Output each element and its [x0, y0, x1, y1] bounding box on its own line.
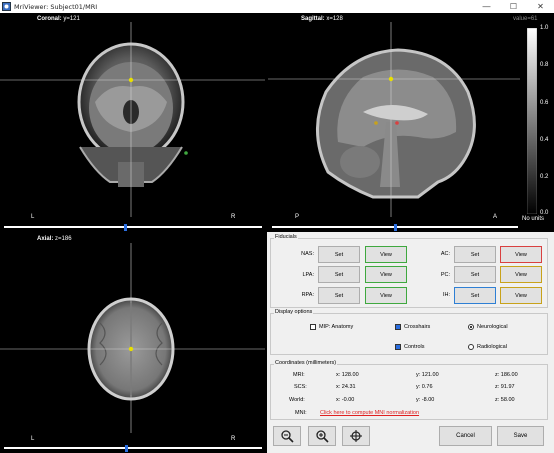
axial-right-label: R — [231, 436, 236, 442]
slider-thumb[interactable] — [124, 224, 127, 231]
center-crosshair-button[interactable] — [342, 426, 370, 446]
zoom-out-icon — [281, 430, 294, 443]
world-y: y: -8.00 — [416, 397, 435, 403]
pc-set-button[interactable]: Set — [454, 266, 496, 283]
colorbar-units: No units — [522, 216, 545, 222]
controls-checkbox[interactable]: Controls — [395, 344, 424, 350]
scs-x: x: 24.31 — [336, 384, 356, 390]
radio-dot[interactable] — [468, 324, 474, 330]
sagittal-view[interactable] — [268, 22, 520, 217]
maximize-button[interactable]: ☐ — [500, 0, 527, 13]
colorbar-tick: 0.2 — [540, 174, 549, 180]
ac-set-button[interactable]: Set — [454, 246, 496, 263]
cursor-marker — [128, 77, 134, 83]
ih-view-button[interactable]: View — [500, 287, 542, 304]
pc-view-button[interactable]: View — [500, 266, 542, 283]
lpa-label: LPA: — [302, 272, 314, 278]
ac-label: AC: — [440, 251, 450, 257]
slider-thumb[interactable] — [125, 445, 128, 452]
cancel-button[interactable]: Cancel — [439, 426, 492, 446]
app-icon — [2, 2, 11, 11]
zoom-in-icon — [316, 430, 329, 443]
scs-label: SCS: — [294, 384, 307, 390]
axial-slice-slider[interactable] — [4, 445, 262, 452]
window-title: MriViewer: Subject01/MRI — [14, 2, 98, 11]
nas-view-button[interactable]: View — [365, 246, 407, 263]
ih-set-button[interactable]: Set — [454, 287, 496, 304]
display-options-title: Display options — [274, 309, 314, 315]
neurological-radio[interactable]: Neurological — [468, 324, 508, 330]
coronal-left-label: L — [31, 214, 35, 220]
pc-marker — [374, 121, 378, 125]
lpa-set-button[interactable]: Set — [318, 266, 360, 283]
ac-marker — [395, 121, 399, 125]
lpa-view-button[interactable]: View — [365, 266, 407, 283]
axial-label: Axial: z=186 — [37, 236, 72, 242]
colorbar-tick: 0.4 — [540, 137, 549, 143]
checkbox-box[interactable] — [395, 344, 401, 350]
rpa-set-button[interactable]: Set — [318, 287, 360, 304]
radiological-radio[interactable]: Radiological — [468, 344, 507, 350]
axial-view[interactable] — [0, 243, 265, 433]
sagittal-left-label: P — [295, 214, 300, 220]
zoom-out-button[interactable] — [273, 426, 301, 446]
sagittal-slice-slider[interactable] — [272, 224, 518, 231]
mri-viewer-window: MriViewer: Subject01/MRI — ☐ ✕ Coronal: … — [0, 0, 554, 453]
world-x: x: -0.00 — [336, 397, 355, 403]
minimize-button[interactable]: — — [473, 0, 500, 13]
pc-label: PC: — [440, 272, 450, 278]
save-button[interactable]: Save — [497, 426, 544, 446]
colorbar-tick: 1.0 — [540, 25, 549, 31]
nas-label: NAS: — [301, 251, 314, 257]
mri-label: MRI: — [293, 372, 305, 378]
mri-z: z: 186.00 — [495, 372, 518, 378]
zoom-in-button[interactable] — [308, 426, 336, 446]
slider-thumb[interactable] — [394, 224, 397, 231]
checkbox-box[interactable] — [310, 324, 316, 330]
axial-left-label: L — [31, 436, 35, 442]
mni-compute-link[interactable]: Click here to compute MNI normalization — [320, 410, 419, 416]
title-bar: MriViewer: Subject01/MRI — ☐ ✕ — [0, 0, 554, 13]
colorbar — [527, 28, 537, 214]
mni-label: MNI: — [295, 410, 307, 416]
rpa-label: RPA: — [301, 292, 314, 298]
checkbox-box[interactable] — [395, 324, 401, 330]
close-button[interactable]: ✕ — [527, 0, 554, 13]
mip-anatomy-checkbox[interactable]: MIP: Anatomy — [310, 324, 353, 330]
cursor-marker — [128, 346, 134, 352]
coronal-view[interactable] — [0, 22, 265, 217]
colorbar-tick: 0.6 — [540, 100, 549, 106]
crosshair-icon — [350, 430, 362, 442]
nas-set-button[interactable]: Set — [318, 246, 360, 263]
world-z: z: 58.00 — [495, 397, 515, 403]
coronal-slice-slider[interactable] — [4, 224, 262, 231]
mri-y: y: 121.00 — [416, 372, 439, 378]
fiducials-title: Fiducials — [274, 234, 298, 240]
ih-label: IH: — [442, 292, 450, 298]
colorbar-tick: 0.8 — [540, 62, 549, 68]
cursor-marker — [388, 76, 394, 82]
scs-y: y: 0.76 — [416, 384, 433, 390]
mri-x: x: 128.00 — [336, 372, 359, 378]
lpa-marker — [184, 151, 188, 155]
scs-z: z: 91.97 — [495, 384, 515, 390]
sagittal-right-label: A — [493, 214, 498, 220]
ac-view-button[interactable]: View — [500, 246, 542, 263]
coronal-right-label: R — [231, 214, 236, 220]
world-label: World: — [289, 397, 305, 403]
radio-dot[interactable] — [468, 344, 474, 350]
coordinates-title: Coordinates (millimeters) — [274, 360, 338, 366]
rpa-view-button[interactable]: View — [365, 287, 407, 304]
crosshairs-checkbox[interactable]: Crosshairs — [395, 324, 430, 330]
